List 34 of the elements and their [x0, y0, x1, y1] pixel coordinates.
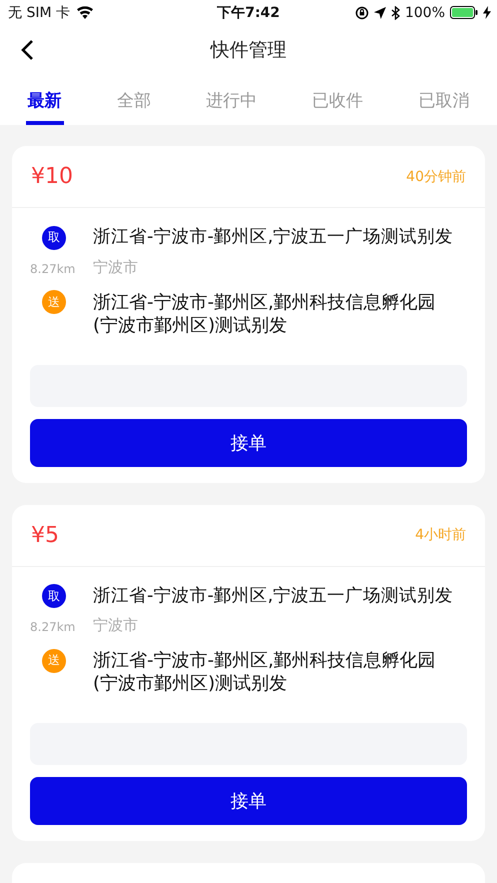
distance-label: 8.27km	[30, 620, 76, 634]
order-time: 40分钟前	[406, 168, 466, 186]
tab[interactable]: 最新	[26, 75, 64, 125]
stop-badge: 送	[42, 648, 66, 672]
stop-address: 浙江省-宁波市-鄞州区,鄞州科技信息孵化园(宁波市鄞州区)测试别发	[93, 649, 437, 695]
wifi-icon	[76, 6, 94, 19]
accept-button[interactable]: 接单	[30, 418, 467, 466]
tab[interactable]: 进行中	[204, 75, 259, 125]
charging-icon	[483, 6, 491, 19]
stop-badge: 送	[42, 290, 66, 314]
location-arrow-icon	[374, 6, 386, 18]
bluetooth-icon	[390, 6, 400, 20]
tab[interactable]: 已取消	[416, 75, 472, 125]
stop-address: 浙江省-宁波市-鄞州区,宁波五一广场测试别发	[93, 226, 454, 249]
city-label: 宁波市	[93, 258, 138, 276]
status-time: 下午7:42	[217, 4, 280, 22]
battery-percent: 100%	[404, 4, 445, 20]
page-title: 快件管理	[210, 38, 286, 63]
stop-address: 浙江省-宁波市-鄞州区,宁波五一广场测试别发	[93, 584, 454, 608]
back-icon[interactable]	[20, 39, 34, 61]
carrier-name: 无 SIM 卡	[8, 4, 70, 22]
stop-address: 浙江省-宁波市-鄞州区,鄞州科技信息孵化园(宁波市鄞州区)测试别发	[93, 290, 437, 336]
orientation-lock-icon	[354, 6, 369, 20]
stop-badge: 取	[42, 226, 66, 250]
order-price: ¥5	[31, 522, 59, 548]
battery-icon	[450, 6, 478, 19]
stop-badge: 取	[42, 584, 66, 608]
accept-button[interactable]: 接单	[30, 777, 467, 825]
tab[interactable]: 全部	[114, 75, 153, 125]
order-price: ¥10	[31, 164, 73, 189]
distance-label: 8.27km	[30, 262, 76, 276]
tab[interactable]: 已收件	[310, 75, 366, 125]
city-label: 宁波市	[93, 616, 138, 635]
order-time: 4小时前	[415, 526, 466, 544]
